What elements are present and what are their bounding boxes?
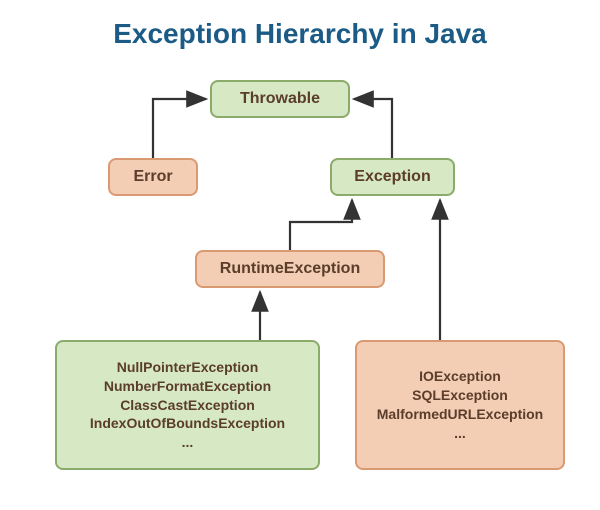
node-error: Error bbox=[108, 158, 198, 196]
node-throwable: Throwable bbox=[210, 80, 350, 118]
arrow-exception-to-throwable bbox=[354, 99, 392, 158]
checked-item: IOException bbox=[419, 367, 501, 386]
checked-item: ... bbox=[454, 424, 466, 443]
arrow-runtime-to-exception bbox=[290, 200, 352, 250]
diagram-canvas: Throwable Error Exception RuntimeExcepti… bbox=[0, 0, 600, 510]
unchecked-item: NumberFormatException bbox=[104, 377, 271, 396]
node-runtime-exception-label: RuntimeException bbox=[220, 260, 360, 278]
arrow-error-to-throwable bbox=[153, 99, 206, 158]
unchecked-item: ... bbox=[182, 433, 194, 452]
unchecked-item: IndexOutOfBoundsException bbox=[90, 414, 285, 433]
node-unchecked-exceptions: NullPointerException NumberFormatExcepti… bbox=[55, 340, 320, 470]
checked-item: MalformedURLException bbox=[377, 405, 543, 424]
node-runtime-exception: RuntimeException bbox=[195, 250, 385, 288]
node-checked-exceptions: IOException SQLException MalformedURLExc… bbox=[355, 340, 565, 470]
node-throwable-label: Throwable bbox=[240, 90, 320, 108]
checked-item: SQLException bbox=[412, 386, 508, 405]
unchecked-item: ClassCastException bbox=[120, 396, 255, 415]
unchecked-item: NullPointerException bbox=[117, 358, 259, 377]
node-exception-label: Exception bbox=[354, 168, 430, 186]
node-exception: Exception bbox=[330, 158, 455, 196]
node-error-label: Error bbox=[133, 168, 172, 186]
